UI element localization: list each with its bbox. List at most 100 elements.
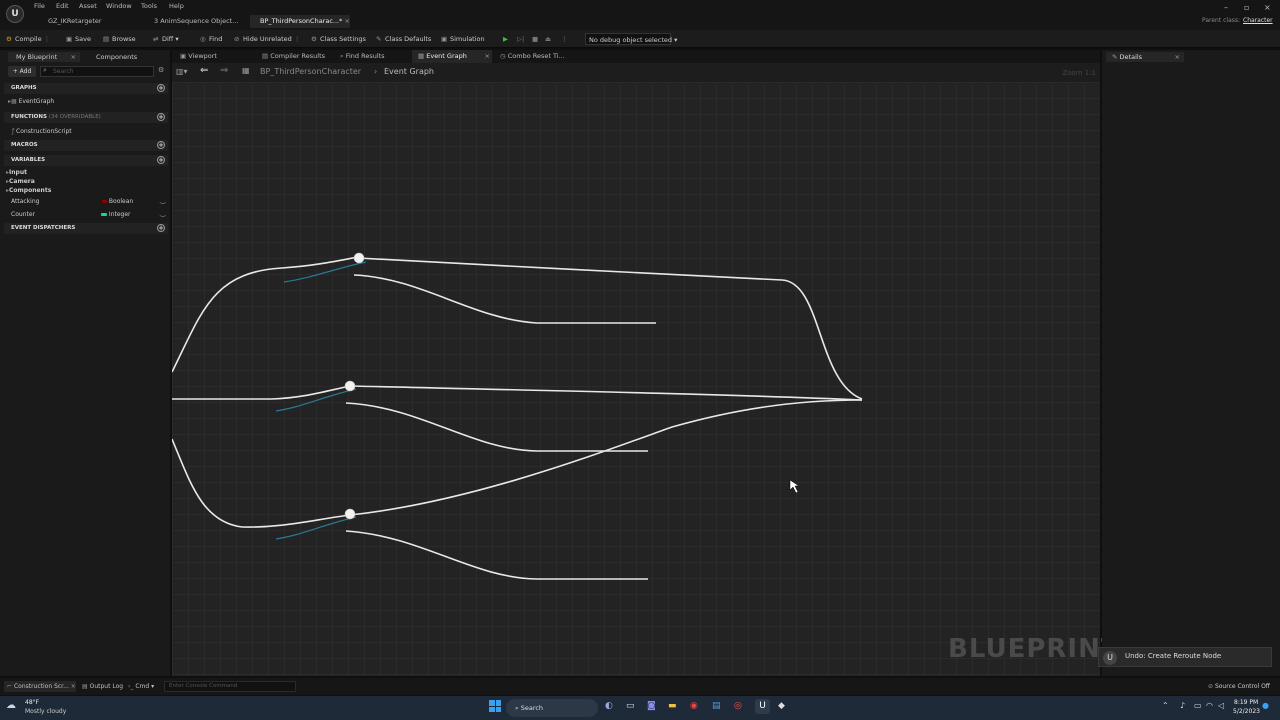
network-icon[interactable]: ▭ — [1194, 701, 1202, 710]
console-input[interactable]: Enter Console Command — [164, 681, 296, 692]
notepad-icon[interactable]: ▤ — [712, 701, 721, 711]
tab-find-results[interactable]: ⌕ Find Results — [334, 50, 385, 63]
exec-wire[interactable] — [172, 385, 351, 400]
tab-my-blueprint[interactable]: My Blueprint × — [8, 52, 80, 62]
var-group-input[interactable]: ▸Input — [6, 169, 27, 176]
tray-chevron-icon[interactable]: ⌃ — [1162, 701, 1169, 710]
event-graph-canvas[interactable]: Zoom 1:1 — [172, 69, 1100, 676]
data-wire[interactable] — [283, 261, 367, 283]
unreal-taskbar-icon[interactable]: U — [755, 699, 770, 714]
play-icon[interactable]: ▶ — [503, 33, 508, 45]
menu-file[interactable]: File — [34, 2, 45, 10]
exec-wire[interactable] — [349, 399, 863, 516]
breadcrumb-root[interactable]: BP_ThirdPersonCharacter — [260, 67, 361, 76]
variable-counter-type[interactable]: Integer — [101, 211, 131, 218]
more-icon[interactable]: ⋮ — [561, 33, 568, 45]
hide-unrelated-button[interactable]: ⊘ Hide Unrelated ⋮ — [234, 33, 300, 45]
back-arrow-icon[interactable]: ⇐ — [200, 65, 208, 76]
class-settings-button[interactable]: ⚙ Class Settings — [311, 33, 366, 45]
variable-attacking[interactable]: Attacking — [11, 198, 39, 205]
section-macros[interactable]: MACROS + — [4, 140, 168, 151]
teams-icon[interactable]: ◙ — [647, 701, 656, 711]
exec-wire[interactable] — [345, 402, 648, 452]
reroute-node[interactable] — [353, 252, 365, 264]
close-icon[interactable]: × — [1175, 52, 1180, 62]
menu-window[interactable]: Window — [106, 2, 132, 10]
cmd-select[interactable]: ›_ Cmd ▾ — [128, 683, 154, 690]
construction-script-item[interactable]: ƒ ConstructionScript — [12, 128, 72, 135]
copilot-icon[interactable]: ◐ — [605, 701, 613, 711]
construction-drawer-button[interactable]: ⌐ Construction Scr... × — [4, 681, 76, 692]
minimize-icon[interactable]: – — [1224, 3, 1228, 12]
add-variable-icon[interactable]: + — [157, 156, 165, 164]
close-icon[interactable]: × — [344, 17, 349, 25]
exec-wire[interactable] — [172, 438, 351, 528]
file-explorer-icon[interactable]: ▬ — [668, 701, 677, 711]
exec-wire[interactable] — [345, 530, 648, 580]
var-group-camera[interactable]: ▸Camera — [6, 178, 35, 185]
maximize-icon[interactable]: ▫ — [1244, 3, 1249, 12]
tab-details[interactable]: ✎ Details × — [1106, 52, 1184, 62]
task-view-icon[interactable]: ▭ — [626, 701, 635, 711]
section-variables[interactable]: VARIABLES + — [4, 155, 168, 166]
exec-wire[interactable] — [357, 257, 863, 400]
launcher-icon[interactable]: ◆ — [778, 701, 785, 711]
find-button[interactable]: ◎ Find — [200, 33, 222, 45]
section-event-dispatchers[interactable]: EVENT DISPATCHERS + — [4, 223, 168, 234]
simulation-button[interactable]: ▣ Simulation — [441, 33, 485, 45]
eject-icon[interactable]: ⏏ — [545, 33, 551, 45]
add-dispatcher-icon[interactable]: + — [157, 224, 165, 232]
reroute-node[interactable] — [344, 380, 356, 392]
chrome-icon[interactable]: ◉ — [690, 701, 698, 711]
menu-asset[interactable]: Asset — [79, 2, 97, 10]
source-control-button[interactable]: ⊘ Source Control Off — [1208, 683, 1270, 690]
weather-icon[interactable]: ☁ — [6, 700, 16, 711]
eye-icon[interactable]: ‿ — [160, 196, 166, 204]
window-close-icon[interactable]: × — [1264, 3, 1271, 12]
forward-arrow-icon[interactable]: ⇒ — [220, 65, 228, 76]
var-group-components[interactable]: ▸Components — [6, 187, 51, 194]
exec-wire[interactable] — [172, 256, 359, 373]
settings-gear-icon[interactable]: ⚙ — [158, 66, 164, 74]
add-button[interactable]: + Add — [8, 66, 36, 77]
tab-anim-sequence[interactable]: 3 AnimSequence Object... — [144, 15, 244, 28]
eye-icon[interactable]: ‿ — [160, 209, 166, 217]
close-icon[interactable]: × — [71, 683, 76, 690]
browse-button[interactable]: ▤ Browse — [103, 33, 136, 45]
exec-wire[interactable] — [349, 385, 863, 401]
tab-event-graph[interactable]: ▦ Event Graph × — [412, 50, 492, 63]
section-graphs[interactable]: GRAPHS + — [4, 83, 168, 94]
tab-viewport[interactable]: ▣ Viewport — [174, 50, 217, 63]
menu-tools[interactable]: Tools — [141, 2, 157, 10]
compile-button[interactable]: ⚙ Compile ⋮ — [6, 33, 50, 45]
app-icon[interactable]: ◎ — [734, 701, 742, 711]
class-defaults-button[interactable]: ✎ Class Defaults — [376, 33, 431, 45]
clock-date[interactable]: 5/2/2023 — [1233, 708, 1260, 715]
exec-wire[interactable] — [353, 274, 656, 324]
variable-counter[interactable]: Counter — [11, 211, 35, 218]
event-graph-item[interactable]: ▸▦ EventGraph — [8, 98, 54, 105]
menu-help[interactable]: Help — [169, 2, 184, 10]
close-icon[interactable]: × — [71, 52, 76, 62]
bookmark-icon[interactable]: ▥▾ — [176, 67, 188, 76]
tab-components[interactable]: Components — [86, 52, 137, 62]
wifi-icon[interactable]: ◠ — [1206, 701, 1213, 710]
notification-icon[interactable]: ● — [1262, 701, 1269, 710]
tab-ik-retargeter[interactable]: GZ_IKRetargeter — [38, 15, 138, 28]
tab-combo-reset[interactable]: ◷ Combo Reset Ti... — [494, 50, 565, 63]
stop-icon[interactable]: ■ — [532, 33, 538, 45]
add-macro-icon[interactable]: + — [157, 141, 165, 149]
parent-class-link[interactable]: Character — [1243, 17, 1273, 24]
reroute-node[interactable] — [344, 508, 356, 520]
save-button[interactable]: ▣ Save — [66, 33, 91, 45]
data-wire[interactable] — [275, 388, 357, 412]
unreal-logo-icon[interactable]: U — [6, 5, 24, 23]
volume-icon[interactable]: ◁ — [1218, 701, 1224, 710]
output-log-button[interactable]: ▤ Output Log — [82, 683, 123, 690]
tab-bp-third-person[interactable]: BP_ThirdPersonCharac...* × — [250, 15, 350, 28]
search-input[interactable]: Search — [40, 66, 154, 77]
tab-compiler-results[interactable]: ▤ Compiler Results — [256, 50, 325, 63]
clock-time[interactable]: 8:19 PM — [1234, 699, 1258, 706]
taskbar-search[interactable]: ⌕ Search — [506, 699, 598, 717]
step-icon[interactable]: ▷| — [517, 33, 524, 45]
